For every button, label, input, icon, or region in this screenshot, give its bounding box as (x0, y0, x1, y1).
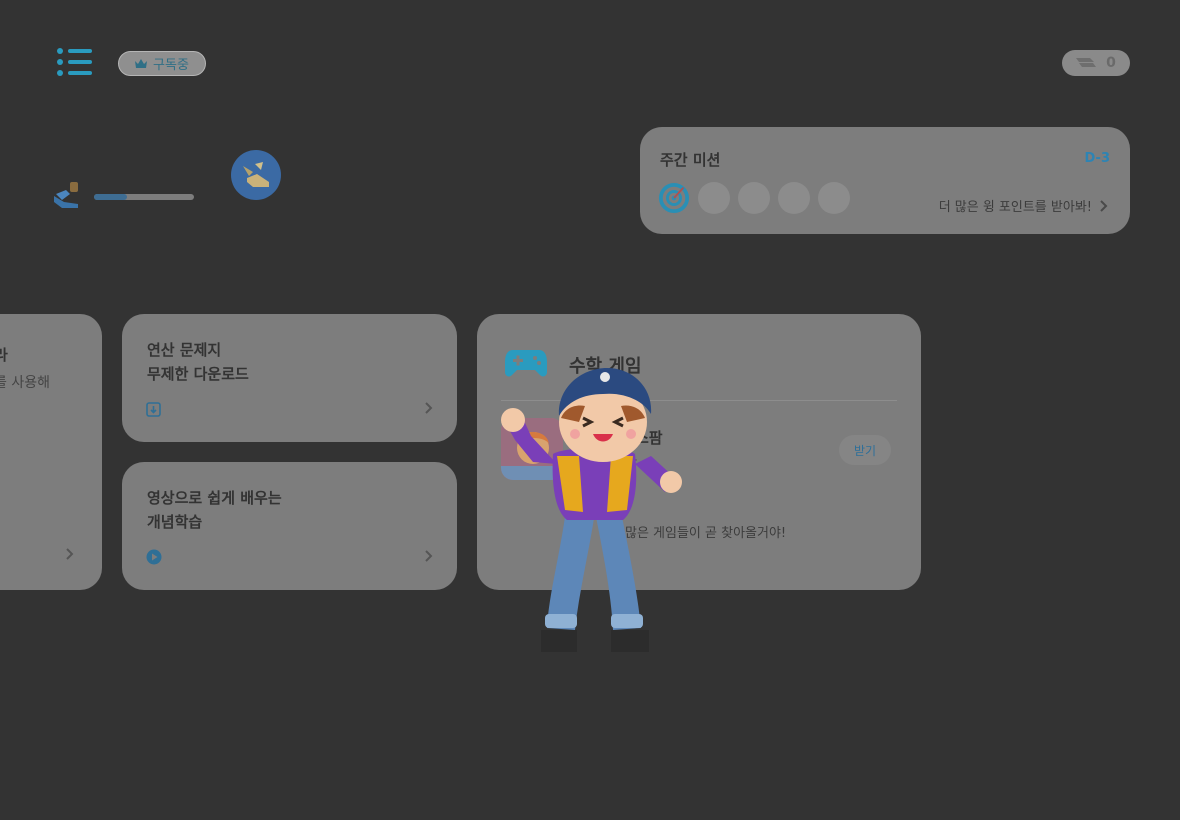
video-card-title: 영상으로 쉽게 배우는 개념학습 (147, 486, 282, 534)
mission-more-link[interactable]: 더 많은 윙 포인트를 받아봐! (939, 196, 1108, 215)
video-title-line2: 개념학습 (147, 513, 203, 531)
partial-card-title: 라 (0, 346, 8, 364)
chevron-right-icon (425, 402, 433, 414)
level-progress-bar (94, 194, 194, 200)
subscription-badge[interactable]: 구독중 (118, 51, 206, 76)
mission-title: 주간 미션 (660, 151, 721, 169)
concept-video-card[interactable]: 영상으로 쉽게 배우는 개념학습 (122, 462, 457, 590)
worksheet-download-card[interactable]: 연산 문제지 무제한 다운로드 (122, 314, 457, 442)
chevron-right-icon (425, 550, 433, 562)
shoe-level-icon (52, 180, 82, 210)
subscription-label: 구독중 (153, 58, 189, 73)
mission-dot (818, 182, 850, 214)
points-value: 0 (1106, 55, 1116, 71)
mission-dot-completed (658, 182, 690, 214)
menu-button[interactable] (56, 48, 94, 78)
weekly-mission-card[interactable]: 주간 미션 D-3 더 많은 윙 포인트를 받아봐! (640, 127, 1130, 234)
worksheet-title-line1: 연산 문제지 (147, 341, 222, 359)
get-game-button[interactable]: 받기 (839, 435, 891, 465)
worksheet-card-title: 연산 문제지 무제한 다운로드 (147, 338, 249, 386)
partial-left-card[interactable]: 라 를 사용해 (0, 314, 102, 590)
download-icon (146, 402, 161, 417)
level-progress-fill (94, 194, 127, 200)
mission-dday: D-3 (1084, 151, 1110, 166)
wing-points-chip[interactable]: 0 (1062, 50, 1130, 76)
mission-link-text: 더 많은 윙 포인트를 받아봐! (938, 200, 1092, 215)
target-icon (658, 182, 690, 214)
chevron-right-icon (66, 548, 74, 560)
next-level-badge[interactable] (231, 150, 281, 200)
video-title-line1: 영상으로 쉽게 배우는 (147, 489, 282, 507)
crown-icon (135, 59, 148, 68)
worksheet-title-line2: 무제한 다운로드 (147, 365, 249, 383)
wing-shoe-icon (243, 162, 269, 187)
wing-icon (1076, 58, 1097, 67)
partial-card-subtitle: 를 사용해 (0, 375, 50, 391)
chevron-right-icon (1100, 199, 1108, 212)
play-icon (146, 549, 162, 565)
mascot-character (495, 352, 695, 662)
mission-dot (778, 182, 810, 214)
list-menu-icon (57, 48, 92, 76)
mission-dot (698, 182, 730, 214)
mission-dot (738, 182, 770, 214)
mission-progress-dots (658, 182, 850, 214)
